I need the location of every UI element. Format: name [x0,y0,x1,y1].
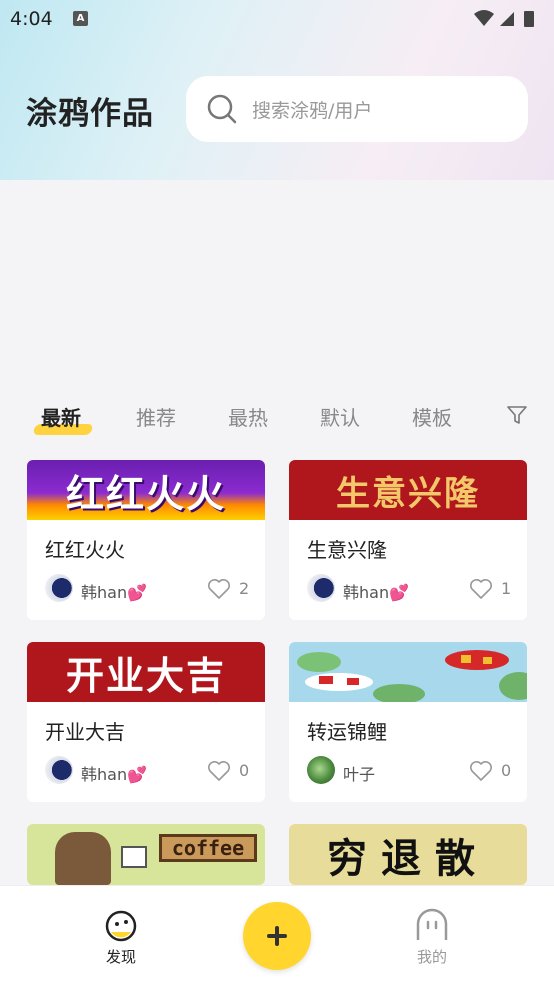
artwork-title: 生意兴隆 [307,538,387,562]
author-name[interactable]: 韩han💕 [81,761,147,785]
artwork-card[interactable]: 转运锦鲤 叶子 0 [289,642,527,802]
heart-icon[interactable] [469,760,493,782]
avatar[interactable] [45,574,73,602]
thumbnail-text: 穷退散 [327,835,489,882]
create-button[interactable] [243,902,311,970]
artwork-title: 红红火火 [45,538,125,562]
tab-bar: 最新 推荐 最热 默认 模板 [0,396,554,440]
tab-hottest[interactable]: 最热 [228,402,268,431]
artwork-thumbnail[interactable]: 穷退散 [289,824,527,885]
avatar[interactable] [45,756,73,784]
notification-icon: A [73,11,88,26]
wifi-icon [474,10,494,26]
thumbnail-text: 红红火火 [65,471,226,516]
page-title: 涂鸦作品 [26,96,154,132]
search-placeholder: 搜索涂鸦/用户 [252,100,373,122]
nav-mine-label: 我的 [416,948,447,966]
like-count: 1 [501,579,512,598]
artwork-card[interactable]: 红红火火 红红火火 韩han💕 2 [27,460,265,620]
coffee-sign: coffee [159,834,257,862]
author-name[interactable]: 韩han💕 [81,579,147,603]
nav-mine[interactable]: 我的 [402,906,462,967]
tab-latest[interactable]: 最新 [41,402,81,431]
person-figure [55,832,111,885]
status-time: 4:04 [10,8,53,30]
artwork-title: 开业大吉 [45,720,125,744]
like-count: 0 [501,761,512,780]
search-icon [207,94,237,124]
artwork-card[interactable]: coffee [27,824,265,885]
artwork-card[interactable]: 开业大吉 开业大吉 韩han💕 0 [27,642,265,802]
status-icons [474,10,534,27]
artwork-thumbnail[interactable]: coffee [27,824,265,885]
avatar[interactable] [307,756,335,784]
artwork-card[interactable]: 生意兴隆 生意兴隆 韩han💕 1 [289,460,527,620]
discover-icon [105,910,137,942]
status-bar: 4:04 A [0,0,554,38]
coffee-sign-text: coffee [171,836,245,860]
artwork-title: 转运锦鲤 [307,720,387,744]
artwork-thumbnail[interactable]: 红红火火 [27,460,265,520]
like-count: 2 [239,579,250,598]
heart-icon[interactable] [469,578,493,600]
artwork-thumbnail[interactable]: 生意兴隆 [289,460,527,520]
tab-recommended[interactable]: 推荐 [136,402,176,431]
heart-icon[interactable] [207,578,231,600]
thumbnail-text: 开业大吉 [65,653,226,698]
nav-discover[interactable]: 发现 [91,906,151,967]
avatar[interactable] [307,574,335,602]
author-name[interactable]: 韩han💕 [343,579,409,603]
filter-icon[interactable] [506,404,528,426]
artwork-card[interactable]: 穷退散 [289,824,527,885]
like-count: 0 [239,761,250,780]
heart-icon[interactable] [207,760,231,782]
profile-icon [416,908,448,940]
tab-templates[interactable]: 模板 [412,402,452,431]
coffee-cup-icon [121,846,147,868]
battery-icon [524,11,534,27]
tab-default[interactable]: 默认 [320,402,360,431]
search-input[interactable]: 搜索涂鸦/用户 [186,76,528,142]
koi-fish-image [297,650,527,702]
nav-discover-label: 发现 [105,948,136,966]
signal-icon [500,12,514,26]
artwork-thumbnail[interactable]: 开业大吉 [27,642,265,702]
artwork-thumbnail[interactable] [289,642,527,702]
bottom-navigation: 发现 我的 [0,885,554,984]
thumbnail-text: 生意兴隆 [336,473,480,514]
author-name[interactable]: 叶子 [343,761,375,785]
